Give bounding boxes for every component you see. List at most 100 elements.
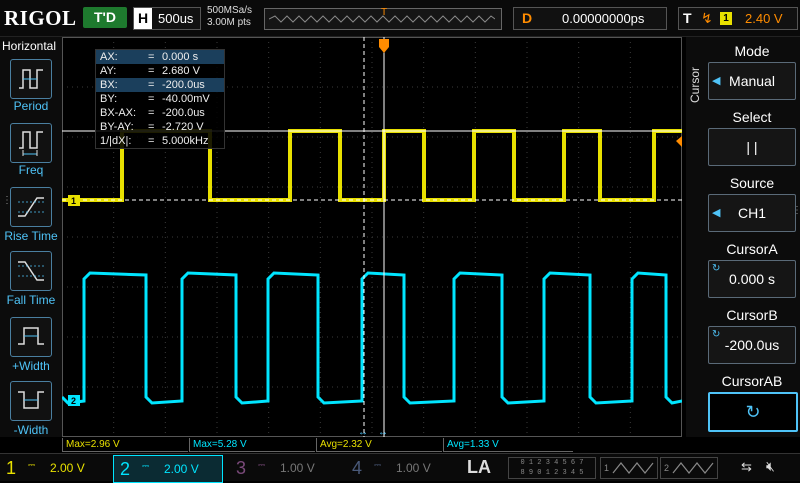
channel-1-status[interactable]: 1 ⎓ 2.00 V: [0, 455, 108, 481]
cursor-readout-row: BY-AY: = -2.720 V: [96, 120, 224, 134]
source-title: Source: [729, 175, 775, 191]
measurement-item[interactable]: Avg=2.32 V: [316, 438, 442, 452]
readout-equals: =: [148, 65, 155, 77]
memory-overview[interactable]: T: [264, 7, 502, 30]
generator-number: 1: [604, 463, 610, 473]
memory-depth: 3.00M pts: [207, 17, 251, 28]
generator-1-status[interactable]: 1: [600, 457, 658, 479]
channel-4-status[interactable]: 4 ⎓ 1.00 V: [346, 455, 454, 481]
sample-rate: 500MSa/s: [207, 5, 253, 16]
rise-time-label: Rise Time: [4, 229, 58, 243]
dc-coupling-icon: ⎓: [374, 460, 382, 470]
cursor-ax-marker: ↔: [378, 427, 388, 437]
cursor-menu-panel: Cursor Mode ◀ Manual Select | | Source ◀…: [686, 37, 800, 437]
readout-key: BX-AX:: [100, 107, 137, 119]
trigger-label: T: [683, 10, 692, 26]
measure-freq-button[interactable]: [10, 123, 52, 163]
sine-wave-icon: [672, 462, 714, 474]
channel-scale: 1.00 V: [396, 461, 431, 475]
top-status-bar: RIGOL T'D H 500us 500MSa/s 3.00M pts T D…: [0, 0, 800, 37]
cursor-readout-row: BY: = -40.00mV: [96, 92, 224, 106]
horizontal-delay-box[interactable]: D 0.00000000ps: [513, 7, 667, 30]
cursor-ab-button[interactable]: ↻: [708, 392, 798, 432]
readout-equals: =: [148, 93, 155, 105]
readout-key: BY:: [100, 93, 118, 105]
readout-value: -2.720 V: [162, 121, 204, 133]
readout-value: 0.000 s: [162, 51, 199, 63]
measurement-strip: Max=2.96 V Max=5.28 V Avg=2.32 V Avg=1.3…: [62, 438, 682, 452]
dc-coupling-icon: ⎓: [258, 460, 266, 470]
sine-wave-icon: [612, 462, 654, 474]
cursor-a-title: CursorA: [726, 241, 778, 257]
readout-value: -40.00mV: [162, 93, 210, 105]
minus-width-label: -Width: [13, 423, 49, 437]
logic-analyzer-label[interactable]: LA: [467, 457, 491, 478]
cursor-readout-row: BX-AX: = -200.0us: [96, 106, 224, 120]
readout-value: -200.0us: [162, 79, 205, 91]
mode-value: Manual: [729, 73, 775, 89]
ch1-marker-text: 1: [71, 196, 76, 206]
cursor-a-value: 0.000 s: [729, 271, 775, 287]
cursor-b-value-box[interactable]: ↻ -200.0us: [708, 326, 796, 364]
panel-title: Horizontal: [2, 39, 57, 53]
refresh-icon: ↻: [745, 402, 761, 422]
dc-coupling-icon: ⎓: [28, 460, 36, 470]
channel-2-status[interactable]: 2 ⎓ 2.00 V: [113, 455, 223, 483]
readout-equals: =: [148, 135, 155, 147]
horizontal-measure-panel: Horizontal Period Freq ⋮ Rise Time Fall …: [0, 37, 63, 437]
trigger-status-badge: T'D: [83, 7, 127, 28]
freq-icon: [19, 131, 43, 156]
fall-time-icon: [18, 261, 44, 281]
readout-key: BX:: [100, 79, 118, 91]
freq-label: Freq: [18, 163, 44, 177]
measurement-item[interactable]: Max=2.96 V: [62, 438, 188, 452]
measure-rise-time-button[interactable]: [10, 187, 52, 227]
measurement-text: Avg=2.32 V: [320, 439, 372, 450]
cursor-b-value: -200.0us: [724, 337, 780, 353]
trigger-source: 1: [720, 12, 732, 25]
select-selector[interactable]: | |: [708, 128, 796, 166]
trigger-level: 2.40 V: [745, 11, 783, 26]
usb-icon: ⇆: [741, 459, 752, 474]
generator-2-status[interactable]: 2: [660, 457, 718, 479]
measure-minus-width-button[interactable]: [10, 381, 52, 421]
channel-3-status[interactable]: 3 ⎓ 1.00 V: [230, 455, 338, 481]
readout-value: 2.680 V: [162, 65, 200, 77]
cursor-readout-box: AX: = 0.000 s AY: = 2.680 V BX: = -200.0us BY: = -4…: [95, 49, 225, 149]
readout-equals: =: [148, 51, 155, 63]
cursor-readout-row: AY: = 2.680 V: [96, 64, 224, 78]
measurement-text: Max=5.28 V: [193, 439, 247, 450]
cursor-a-value-box[interactable]: ↻ 0.000 s: [708, 260, 796, 298]
brand-logo: RIGOL: [4, 6, 77, 30]
delay-value: 0.00000000ps: [562, 11, 645, 26]
measurement-text: Avg=1.33 V: [447, 439, 499, 450]
readout-value: 5.000kHz: [162, 135, 209, 147]
readout-equals: =: [148, 107, 155, 119]
logic-channel-indicator: 0 1 2 3 4 5 6 7 8 9 0 1 2 3 4 5: [508, 457, 596, 479]
period-label: Period: [13, 99, 49, 113]
cursor-bx-marker: ↔: [358, 427, 368, 437]
measure-fall-time-button[interactable]: [10, 251, 52, 291]
speaker-mute-icon[interactable]: 🔇︎: [766, 458, 775, 475]
channel-scale: 2.00 V: [164, 462, 199, 476]
mode-title: Mode: [734, 43, 770, 59]
timebase-box[interactable]: H 500us: [133, 7, 201, 30]
logic-digits-row: 0 1 2 3 4 5 6 7: [520, 459, 584, 467]
period-icon: [19, 69, 43, 89]
measurement-item[interactable]: Max=5.28 V: [189, 438, 315, 452]
measure-plus-width-button[interactable]: [10, 317, 52, 357]
channel-status-bar: 1 ⎓ 2.00 V 2 ⎓ 2.00 V 3 ⎓ 1.00 V 4 ⎓ 1.0…: [0, 453, 800, 483]
channel-scale: 2.00 V: [50, 461, 85, 475]
trigger-settings-box[interactable]: T ↯ 1 2.40 V: [678, 7, 798, 30]
cursor-readout-row: BX: = -200.0us: [96, 78, 224, 92]
generator-number: 2: [664, 463, 670, 473]
measurement-text: Max=2.96 V: [66, 439, 120, 450]
measure-period-button[interactable]: [10, 59, 52, 99]
more-indicator: ⋮: [792, 205, 800, 216]
readout-key: BY-AY:: [100, 121, 134, 133]
mode-selector[interactable]: ◀ Manual: [708, 62, 796, 100]
source-value: CH1: [737, 205, 766, 221]
select-value: | |: [746, 139, 758, 155]
measurement-item[interactable]: Avg=1.33 V: [443, 438, 573, 452]
source-selector[interactable]: ◀ CH1: [708, 194, 796, 232]
